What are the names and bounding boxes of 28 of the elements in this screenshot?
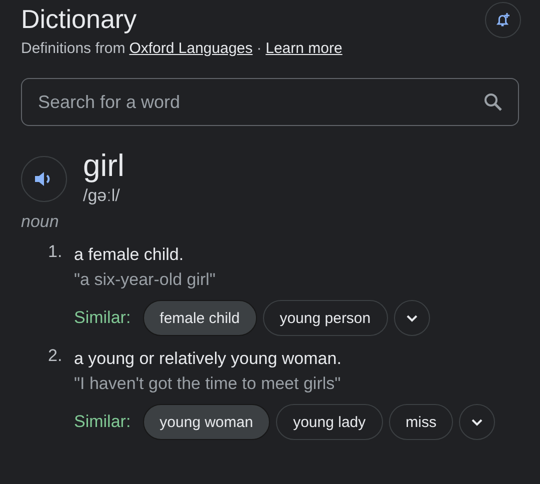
speaker-button[interactable]: [21, 156, 67, 202]
bell-icon: [494, 11, 512, 29]
synonym-chip[interactable]: female child: [142, 300, 257, 336]
learn-more-link[interactable]: Learn more: [266, 40, 342, 57]
definition: a female child.: [74, 244, 185, 266]
synonym-chip[interactable]: miss: [388, 404, 454, 440]
sense-number: 1.: [48, 242, 64, 263]
pronunciation: /gəːl/: [83, 186, 121, 206]
search-icon[interactable]: [483, 92, 503, 112]
search-field[interactable]: Search for a word: [21, 78, 519, 126]
separator: ·: [256, 40, 262, 57]
source-link[interactable]: Oxford Languages: [129, 40, 253, 57]
part-of-speech: noun: [21, 212, 60, 232]
dictionary-title: Dictionary: [21, 4, 137, 35]
sense-number: 2.: [48, 346, 64, 367]
synonym-chip[interactable]: young woman: [142, 404, 270, 440]
example: "a six-year-old girl": [74, 269, 216, 291]
notification-button[interactable]: [485, 2, 521, 38]
synonym-chip[interactable]: young person: [262, 300, 388, 336]
similar-label: Similar:: [74, 412, 131, 432]
example: "I haven't got the time to meet girls": [74, 373, 342, 395]
expand-button[interactable]: [459, 404, 496, 440]
definition: a young or relatively young woman.: [74, 348, 342, 370]
source-label: Definitions from: [21, 40, 126, 57]
expand-button[interactable]: [394, 300, 430, 336]
headword: girl: [83, 148, 124, 184]
synonym-chip[interactable]: young lady: [276, 404, 383, 440]
similar-label: Similar:: [74, 308, 131, 328]
